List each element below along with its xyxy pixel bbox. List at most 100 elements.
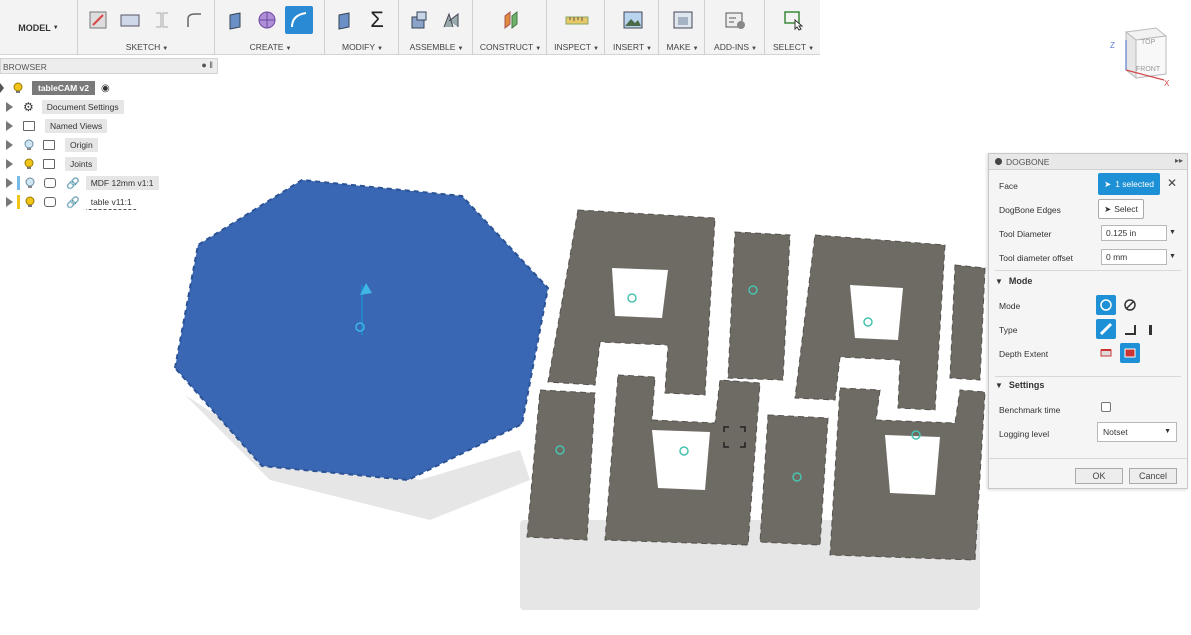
expand-triangle-icon[interactable]: [6, 178, 13, 188]
edges-select-button[interactable]: ➤ Select: [1098, 199, 1144, 219]
collapse-triangle-icon[interactable]: ▼: [995, 381, 1003, 390]
folder-icon: [43, 140, 55, 150]
logging-value: Notset: [1103, 427, 1128, 437]
form-icon[interactable]: [285, 6, 313, 34]
expand-triangle-icon[interactable]: [6, 159, 13, 169]
modify-label: MODIFY: [341, 42, 376, 52]
new-component-icon[interactable]: [405, 6, 433, 34]
browser-item-mdf[interactable]: 🔗 MDF 12mm v1:1: [6, 175, 159, 191]
browser-item-label: table v11:1: [85, 195, 137, 210]
lightbulb-off-icon[interactable]: [23, 139, 35, 151]
addins-label: ADD-INS: [714, 42, 749, 52]
create-group[interactable]: CREATE ▼: [217, 0, 325, 55]
make-group[interactable]: MAKE ▼: [661, 0, 705, 55]
chevron-down-icon: ▼: [535, 46, 542, 52]
select-cursor-icon[interactable]: [779, 6, 807, 34]
select-label: SELECT: [772, 42, 807, 52]
browser-item-table[interactable]: 🔗 table v11:1: [6, 194, 137, 210]
depth-from-top-icon[interactable]: [1096, 343, 1116, 363]
tool-offset-input[interactable]: 0 mm: [1101, 249, 1167, 265]
normal-dogbone-icon[interactable]: [1096, 295, 1116, 315]
chevron-down-icon: ▼: [692, 46, 699, 52]
lightbulb-off-icon[interactable]: [24, 177, 36, 189]
type-side-icon[interactable]: [1120, 319, 1140, 339]
scripts-icon[interactable]: [721, 6, 749, 34]
clear-selection-icon[interactable]: ✕: [1167, 176, 1177, 190]
lightbulb-icon[interactable]: [24, 196, 36, 208]
sketch-group[interactable]: SKETCH ▼: [80, 0, 215, 55]
settings-section-header[interactable]: ▼ Settings: [995, 380, 1044, 390]
joint-icon[interactable]: [437, 6, 465, 34]
benchmark-label: Benchmark time: [999, 405, 1061, 415]
link-icon: 🔗: [66, 177, 80, 190]
collapse-triangle-icon[interactable]: ▼: [995, 277, 1003, 286]
benchmark-checkbox[interactable]: [1101, 402, 1111, 412]
browser-item-document-settings[interactable]: ⚙ Document Settings: [6, 99, 124, 115]
dialog-header[interactable]: DOGBONE ▸▸: [989, 154, 1187, 170]
chevron-down-icon: ▼: [751, 46, 757, 52]
browser-item-named-views[interactable]: Named Views: [6, 118, 108, 134]
addins-group[interactable]: ADD-INS ▼: [707, 0, 765, 55]
inspect-group[interactable]: INSPECT ▼: [549, 0, 605, 55]
cancel-button[interactable]: Cancel: [1129, 468, 1177, 484]
expand-triangle-icon[interactable]: [6, 102, 13, 112]
wood-panels[interactable]: [526, 209, 986, 561]
modify-group[interactable]: Σ MODIFY ▼: [327, 0, 399, 55]
expand-triangle-icon[interactable]: [0, 83, 4, 93]
lightbulb-icon[interactable]: [23, 158, 35, 170]
insert-image-icon[interactable]: [619, 6, 647, 34]
mesh-sphere-icon[interactable]: [253, 6, 281, 34]
browser-root[interactable]: tableCAM v2 ◉: [0, 80, 110, 96]
press-pull-icon[interactable]: [331, 6, 359, 34]
select-group[interactable]: SELECT ▼: [767, 0, 820, 55]
tool-offset-label: Tool diameter offset: [999, 253, 1074, 263]
lightbulb-icon[interactable]: [12, 82, 24, 94]
construct-label: CONSTRUCT: [479, 42, 534, 52]
mirror-icon[interactable]: [148, 6, 176, 34]
extrude-icon[interactable]: [221, 6, 249, 34]
mode-section-header[interactable]: ▼ Mode: [995, 276, 1032, 286]
expand-triangle-icon[interactable]: [6, 197, 13, 207]
create-sketch-icon[interactable]: [84, 6, 112, 34]
component-icon: [44, 178, 56, 188]
3d-print-icon[interactable]: [669, 6, 697, 34]
type-corner-icon[interactable]: [1096, 319, 1116, 339]
folder-icon: [23, 121, 35, 131]
face-selection-button[interactable]: ➤ 1 selected: [1098, 173, 1160, 195]
radio-activate-icon[interactable]: ◉: [101, 83, 110, 94]
make-label: MAKE: [666, 42, 691, 52]
browser-item-joints[interactable]: Joints: [6, 156, 98, 172]
browser-item-label: Named Views: [45, 119, 108, 133]
chevron-down-icon[interactable]: ▼: [1169, 229, 1176, 236]
tool-diameter-input[interactable]: 0.125 in: [1101, 225, 1167, 241]
browser-item-origin[interactable]: Origin: [6, 137, 98, 153]
expand-triangle-icon[interactable]: [6, 121, 13, 131]
collapse-icon[interactable]: ● ‖: [201, 60, 213, 70]
offset-plane-icon[interactable]: [497, 6, 525, 34]
chevron-down-icon: ▼: [808, 46, 815, 52]
viewcube-front-label[interactable]: FRONT: [1136, 66, 1161, 73]
insert-group[interactable]: INSERT ▼: [607, 0, 659, 55]
chevron-down-icon[interactable]: ▼: [1169, 253, 1176, 260]
assemble-group[interactable]: ASSEMBLE ▼: [401, 0, 473, 55]
rectangle-icon[interactable]: [116, 6, 144, 34]
fillet-sketch-icon[interactable]: [180, 6, 208, 34]
viewcube[interactable]: TOP FRONT Z X: [1108, 20, 1178, 90]
sigma-icon[interactable]: Σ: [363, 6, 391, 34]
construct-group[interactable]: CONSTRUCT ▼: [475, 0, 547, 55]
measure-icon[interactable]: [563, 6, 591, 34]
minimal-dogbone-icon[interactable]: [1120, 295, 1140, 315]
workspace-selector[interactable]: MODEL ▼: [0, 0, 78, 55]
expand-icon[interactable]: ▸▸: [1175, 156, 1183, 165]
browser-title: BROWSER: [3, 62, 47, 72]
type-mortise-icon[interactable]: [1141, 319, 1161, 339]
viewcube-top-label[interactable]: TOP: [1141, 39, 1156, 46]
chevron-down-icon: ▼: [1164, 428, 1171, 435]
settings-section-title: Settings: [1008, 380, 1045, 390]
browser-header[interactable]: BROWSER ● ‖: [0, 58, 218, 74]
ok-button[interactable]: OK: [1075, 468, 1123, 484]
logging-select[interactable]: Notset ▼: [1097, 422, 1177, 442]
type-label: Type: [999, 325, 1018, 335]
depth-from-selected-icon[interactable]: [1120, 343, 1140, 363]
expand-triangle-icon[interactable]: [6, 140, 13, 150]
